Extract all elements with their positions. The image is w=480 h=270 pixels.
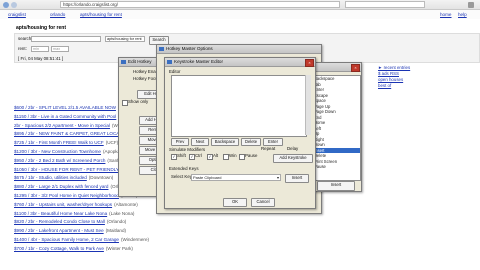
listing-row: $820 / 2br - Remodeled Condo Close to Ma… <box>14 218 478 225</box>
show-only-label: Show only <box>128 99 149 104</box>
settings-icon[interactable] <box>468 2 474 8</box>
category-select-value: apts/housing for rent <box>107 37 142 41</box>
bookmark-link[interactable]: apts/housing for rent <box>80 12 122 17</box>
extended-keys-label: Extended Keys <box>169 166 199 171</box>
app-icon <box>121 60 126 64</box>
listing-location: (Orlando) <box>106 219 127 225</box>
listing-title-link[interactable]: $675 / 1br - Studio, utilities included <box>14 175 87 180</box>
keystroke-editor-area[interactable] <box>171 75 307 137</box>
win-label: Win <box>229 153 237 158</box>
listing-title-link[interactable]: 2br - Spacious 2/2 Apartment - Move in S… <box>14 123 110 128</box>
listing-title-link[interactable]: $1295 / 3br - 3/2 Pool Home in Quiet Nei… <box>14 193 119 198</box>
listing-location: (Windermere) <box>120 237 150 242</box>
listing-title-link[interactable]: $820 / 2br - Remodeled Condo Close to Ma… <box>14 219 105 224</box>
listing-title-link[interactable]: $1400 / 4br - Spacious Family Home, 2 Ca… <box>14 237 119 242</box>
bookmark-link[interactable]: craigslist <box>8 12 26 17</box>
forward-icon[interactable] <box>11 2 17 8</box>
chevron-down-icon: ▾ <box>276 175 279 180</box>
modifiers-label: Simulate Modifiers <box>169 147 206 152</box>
repeat-label: Repeat <box>261 146 276 151</box>
close-icon[interactable]: × <box>305 59 314 67</box>
editor-scrollbar[interactable] <box>305 75 311 135</box>
pause-label: Pause <box>245 153 258 158</box>
address-bar-text: https://orlando.craigslist.org/ <box>63 2 118 7</box>
editor-title: Keystroke Master Editor <box>174 59 224 64</box>
back-icon[interactable] <box>3 2 9 8</box>
right-column: ► recent entries $ ads RSS open houses b… <box>378 65 480 105</box>
listing-location: (Downtown) <box>88 175 114 181</box>
select-key-value: Paste Clipboard <box>193 175 222 180</box>
delete-button[interactable]: Delete <box>241 138 261 146</box>
home-link[interactable]: home <box>440 12 452 17</box>
rent-label: rent: <box>18 46 27 51</box>
help-link[interactable]: help <box>458 12 467 17</box>
listing-title-link[interactable]: $950 / 2br - 2 Bed 2 Bath w/ Screened Po… <box>14 158 105 163</box>
max-rent-input[interactable]: max <box>51 46 69 52</box>
listing-title-link[interactable]: $880 / 2br - Large 2/1 Duplex with fence… <box>14 184 108 189</box>
delay-label: Delay <box>287 146 299 151</box>
bookmarks-row: craigslist orlando apts/housing for rent… <box>0 10 480 19</box>
editor-titlebar: Keystroke Master Editor × <box>165 58 315 67</box>
listing-location: (UCF) <box>105 140 119 146</box>
listing-row: $700 / 1br - Cozy Cottage, Walk to Park … <box>14 245 478 252</box>
page-heading: apts/housing for rent <box>16 25 66 31</box>
edit-hotkey-title: Edit Hotkey <box>128 59 152 64</box>
search-field[interactable] <box>345 1 425 8</box>
right-link[interactable]: best of <box>378 83 480 89</box>
select-key-dropdown[interactable]: Paste Clipboard ▾ <box>191 174 281 181</box>
date-line: [ Fri, 04 May 08:51:41 ] <box>18 56 64 61</box>
options-title: Hotkey Master Options <box>166 46 213 51</box>
app-icon <box>167 60 172 64</box>
category-select[interactable]: apts/housing for rent <box>105 36 145 42</box>
listing-title-link[interactable]: $1050 / 3br - HOUSE FOR RENT - PET FRIEN… <box>14 167 119 172</box>
address-bar[interactable]: https://orlando.craigslist.org/ <box>60 1 340 8</box>
close-icon[interactable]: × <box>351 64 360 72</box>
key-list-item[interactable]: Pause <box>312 164 360 170</box>
listing-title-link[interactable]: $700 / 1br - Cozy Cottage, Walk to Park … <box>14 246 104 251</box>
keystroke-editor-window: Keystroke Master Editor × Editor Prev Ne… <box>164 57 316 209</box>
app-icon <box>159 47 164 51</box>
listing-title-link[interactable]: $990 / 2br - Lakefront Apartment - Must … <box>14 228 104 233</box>
cancel-button[interactable]: Cancel <box>251 198 275 207</box>
keys-insert-button[interactable]: Insert <box>317 181 355 191</box>
listing-title-link[interactable]: $1150 / 3br - Live in a Gated Community … <box>14 114 116 119</box>
editor-label: Editor <box>169 69 181 74</box>
options-titlebar: Hotkey Master Options <box>157 45 321 54</box>
max-rent-placeholder: max <box>53 47 61 51</box>
listing-row: $1400 / 4br - Spacious Family Home, 2 Ca… <box>14 236 478 243</box>
listing-title-link[interactable]: $600 / 2br - SPLIT LEVEL 2/1.5 AVAILABLE… <box>14 105 116 110</box>
min-rent-input[interactable]: min <box>31 46 49 52</box>
keys-listbox[interactable]: Backspace Tab Enter Escape Space Page Up Page … <box>311 75 361 181</box>
browser-toolbar: https://orlando.craigslist.org/ <box>0 0 480 10</box>
enter-button[interactable]: Enter <box>263 138 283 146</box>
listing-title-link[interactable]: $895 / 2br - NEW PAINT & CARPET, GREAT L… <box>14 131 130 136</box>
listing-title-link[interactable]: $1100 / 3br - Beautiful Home Near Lake N… <box>14 211 107 216</box>
bookmark-link[interactable]: orlando <box>50 12 65 17</box>
next-button[interactable]: Next <box>191 138 209 146</box>
min-rent-placeholder: min <box>33 47 40 51</box>
select-key-label: Select Key <box>171 174 192 179</box>
shift-label: Shift <box>177 153 186 158</box>
prev-button[interactable]: Prev <box>171 138 189 146</box>
ok-button[interactable]: OK <box>223 198 247 207</box>
listing-title-link[interactable]: $760 / 1br - Upstairs unit, washer/dryer… <box>14 202 112 207</box>
add-keystroke-button[interactable]: Add Keystroke <box>273 154 313 163</box>
search-input[interactable] <box>31 36 101 42</box>
ctrl-label: Ctrl <box>195 153 202 158</box>
listing-title-link[interactable]: $1200 / 3br - New Construction Townhome <box>14 149 101 154</box>
listing-location: (Maitland) <box>105 228 127 234</box>
listing-title-link[interactable]: $725 / 1br - First Month FREE! Walk to U… <box>14 140 104 145</box>
listing-location: (Winter Park) <box>105 245 133 251</box>
alt-label: Alt <box>213 153 219 158</box>
insert-button[interactable]: Insert <box>285 174 309 183</box>
listing-row: $990 / 2br - Lakefront Apartment - Must … <box>14 227 478 234</box>
listing-location: (Altamonte) <box>114 201 138 207</box>
listing-location: (Lake Nona) <box>109 210 135 216</box>
backspace-button[interactable]: Backspace <box>211 138 239 146</box>
